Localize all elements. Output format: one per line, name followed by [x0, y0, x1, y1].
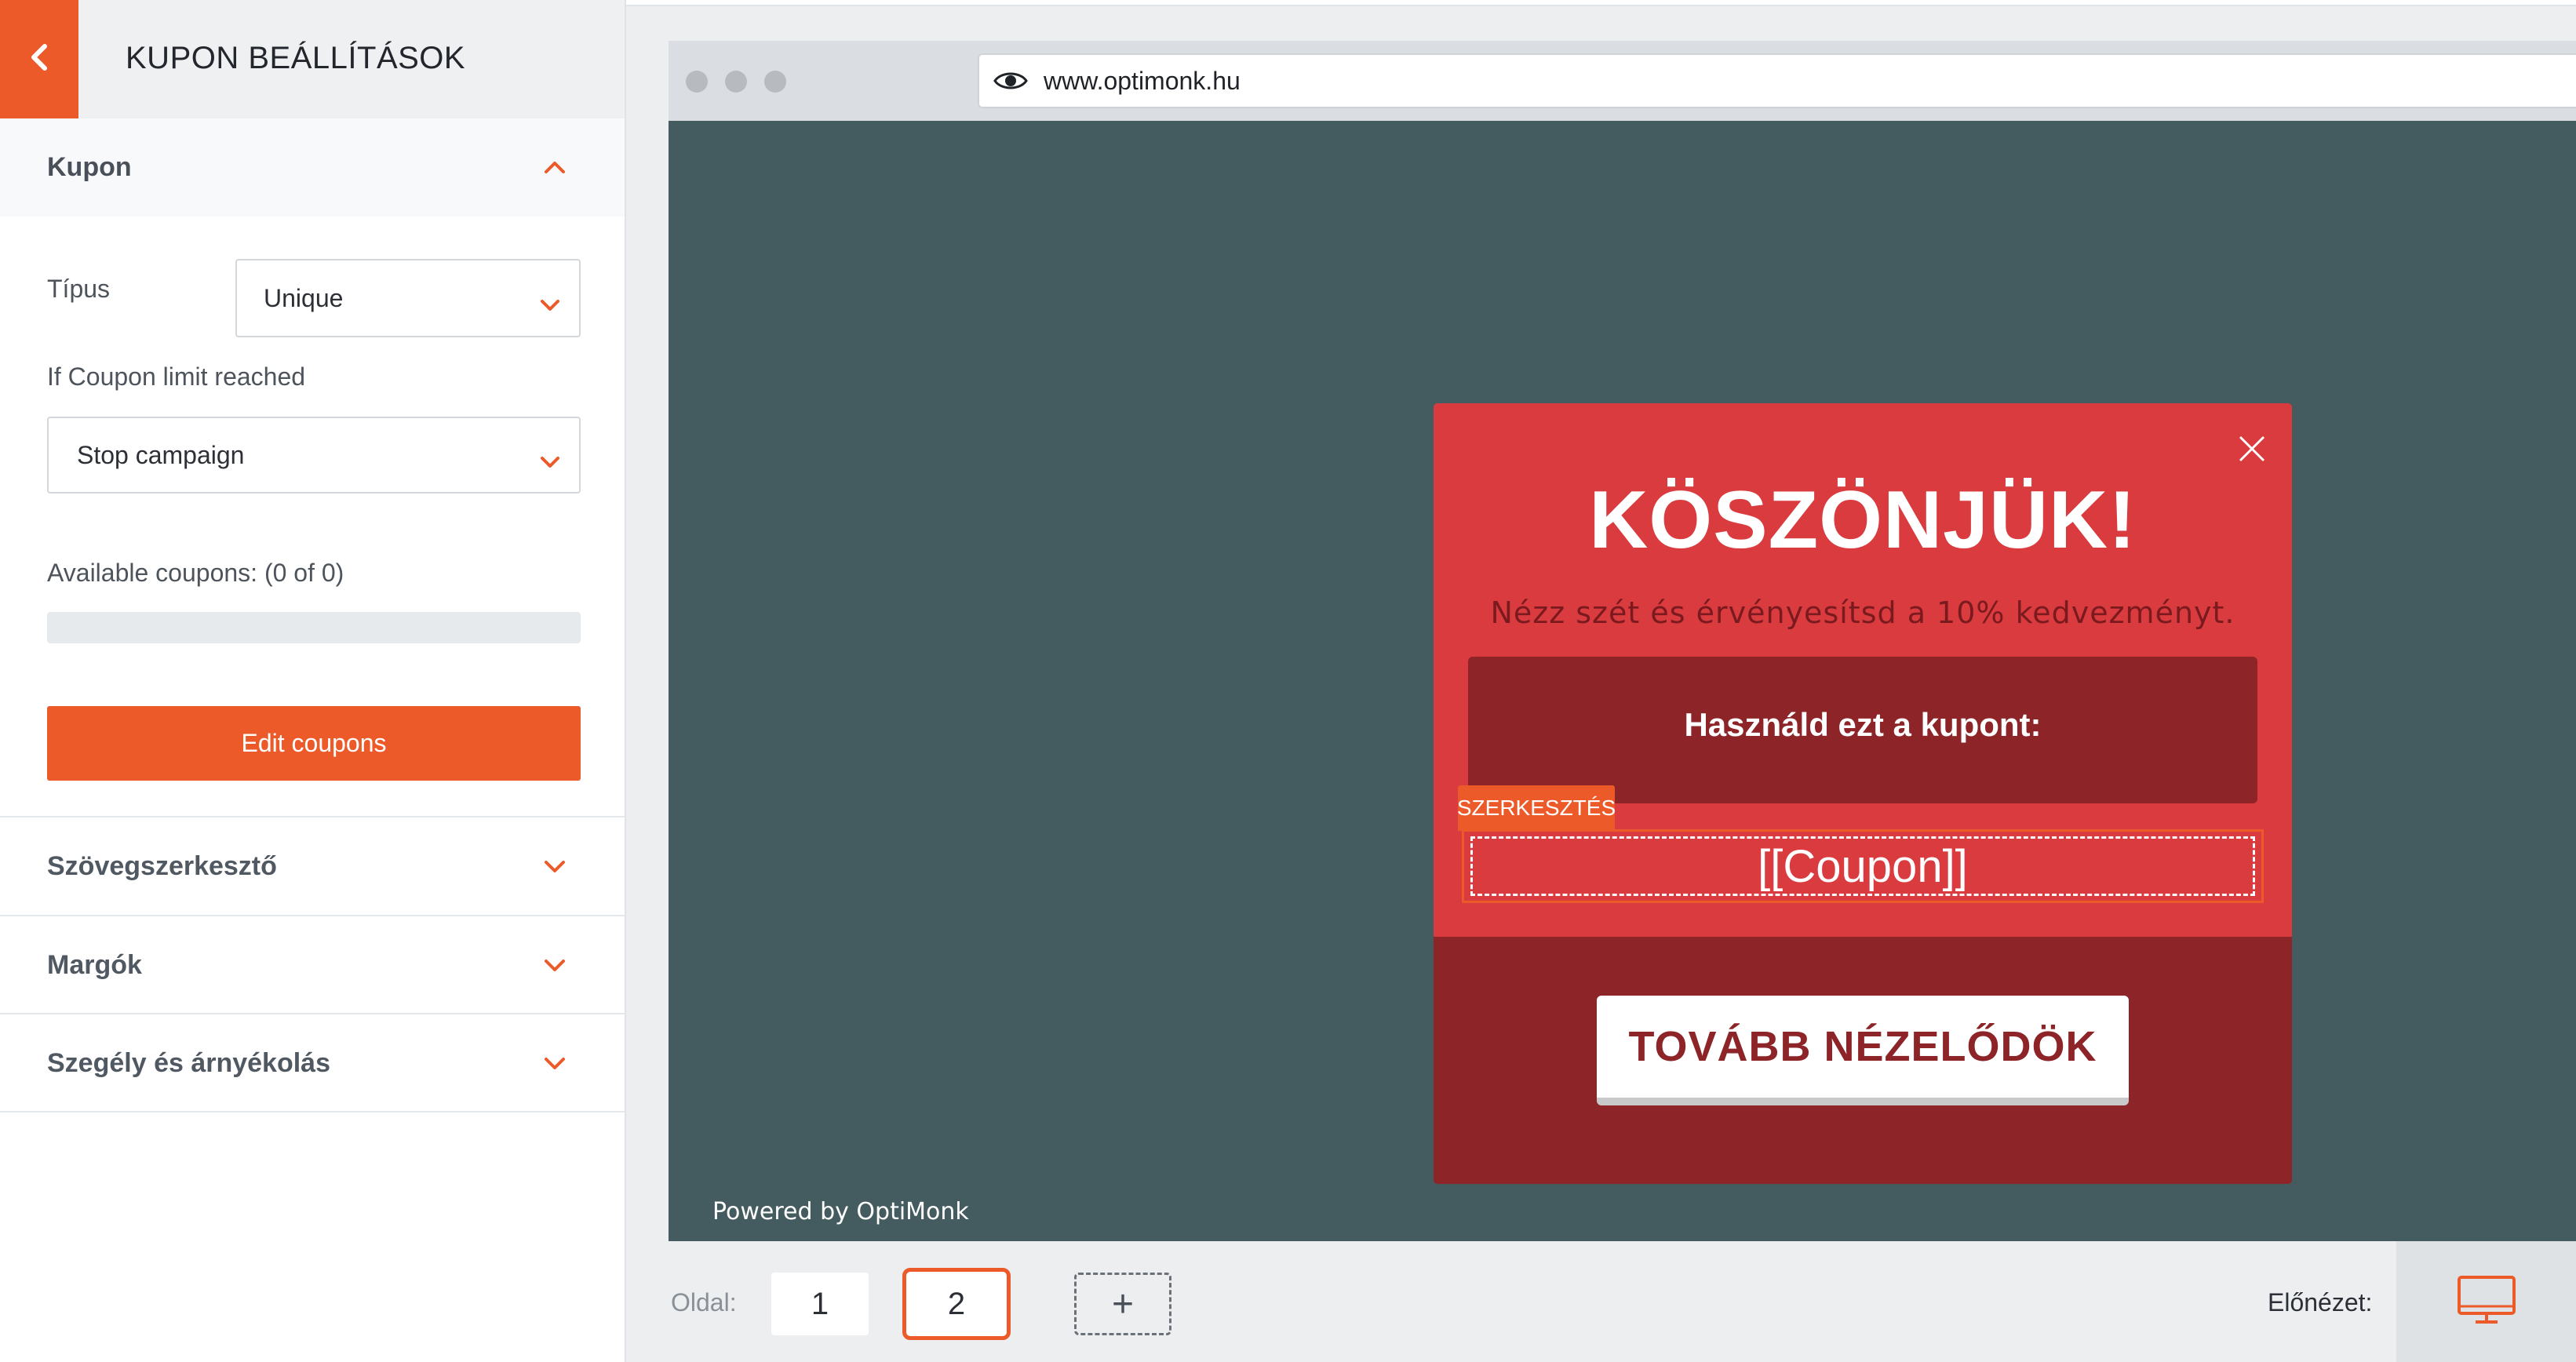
chevron-down-icon	[541, 853, 568, 883]
coupon-prompt-box[interactable]: Használd ezt a kupont:	[1468, 657, 2257, 803]
add-page-button[interactable]: +	[1074, 1273, 1171, 1335]
tipus-label: Típus	[47, 275, 111, 303]
section-margok-label: Margók	[47, 950, 142, 980]
coupon-limit-select[interactable]: Stop campaign	[47, 417, 581, 493]
tipus-select-value: Unique	[264, 283, 344, 312]
page-button-2[interactable]: 2	[902, 1268, 1011, 1340]
coupon-prompt-text: Használd ezt a kupont:	[1684, 706, 2042, 743]
section-szegely-label: Szegély és árnyékolás	[47, 1048, 331, 1078]
chevron-down-icon	[538, 447, 562, 476]
sidebar-header: KUPON BEÁLLÍTÁSOK	[0, 0, 625, 118]
chevron-down-icon	[541, 952, 568, 982]
chevron-down-icon	[538, 290, 562, 319]
site-viewport: KÖSZÖNJÜK! Nézz szét és érvényesítsd a 1…	[669, 121, 2576, 1241]
sidebar-title: KUPON BEÁLLÍTÁSOK	[126, 41, 466, 75]
coupon-code: [[Coupon]]	[1470, 836, 2255, 896]
desktop-preview-button[interactable]	[2396, 1241, 2576, 1362]
tipus-select[interactable]: Unique	[235, 259, 581, 337]
back-button[interactable]	[0, 0, 78, 118]
chevron-left-icon	[27, 42, 51, 77]
url-bar[interactable]: www.optimonk.hu	[978, 53, 2576, 108]
section-szegely-header[interactable]: Szegély és árnyékolás	[0, 1014, 625, 1113]
top-strip	[626, 0, 2576, 6]
eye-icon	[993, 69, 1028, 93]
available-coupons-progress	[47, 612, 581, 643]
edit-coupons-button[interactable]: Edit coupons	[47, 706, 581, 781]
section-kupon-header[interactable]: Kupon	[0, 118, 625, 217]
chevron-down-icon	[541, 1050, 568, 1080]
coupon-limit-select-value: Stop campaign	[77, 440, 245, 469]
available-coupons-label: Available coupons: (0 of 0)	[47, 559, 344, 587]
section-margok-header[interactable]: Margók	[0, 916, 625, 1014]
popup-title[interactable]: KÖSZÖNJÜK!	[1434, 474, 2292, 567]
popup: KÖSZÖNJÜK! Nézz szét és érvényesítsd a 1…	[1434, 403, 2292, 1184]
section-szovegszerkeszto-label: Szövegszerkesztő	[47, 851, 277, 881]
section-kupon-label: Kupon	[47, 152, 132, 182]
cta-button[interactable]: TOVÁBB NÉZELŐDÖK	[1597, 996, 2129, 1105]
popup-subtitle[interactable]: Nézz szét és érvényesítsd a 10% kedvezmé…	[1434, 595, 2292, 630]
powered-by-text[interactable]: Powered by OptiMonk	[712, 1198, 969, 1225]
desktop-icon	[2457, 1275, 2516, 1329]
url-text: www.optimonk.hu	[1044, 66, 1241, 95]
window-dot	[764, 71, 786, 93]
page-bar: Oldal: 1 2 + Előnézet:	[626, 1241, 2576, 1362]
page-label: Oldal:	[671, 1288, 737, 1316]
edit-tag[interactable]: SZERKESZTÉS	[1457, 785, 1616, 831]
coupon-code-element[interactable]: [[Coupon]]	[1462, 829, 2264, 903]
coupon-limit-label: If Coupon limit reached	[47, 362, 306, 391]
editor-main: www.optimonk.hu KÖSZÖNJÜK! Nézz szét és …	[626, 0, 2576, 1362]
settings-sidebar: KUPON BEÁLLÍTÁSOK Kupon Típus Unique If …	[0, 0, 626, 1362]
window-dot	[725, 71, 747, 93]
page-button-1[interactable]: 1	[771, 1273, 869, 1335]
browser-toolbar: www.optimonk.hu	[669, 41, 2576, 121]
close-icon[interactable]	[2238, 435, 2266, 467]
divider	[0, 1111, 625, 1113]
section-szovegszerkeszto-header[interactable]: Szövegszerkesztő	[0, 818, 625, 916]
preview-label: Előnézet:	[2268, 1288, 2373, 1316]
chevron-up-icon	[541, 154, 568, 184]
browser-mockup: www.optimonk.hu KÖSZÖNJÜK! Nézz szét és …	[669, 41, 2576, 1241]
window-dot	[686, 71, 708, 93]
